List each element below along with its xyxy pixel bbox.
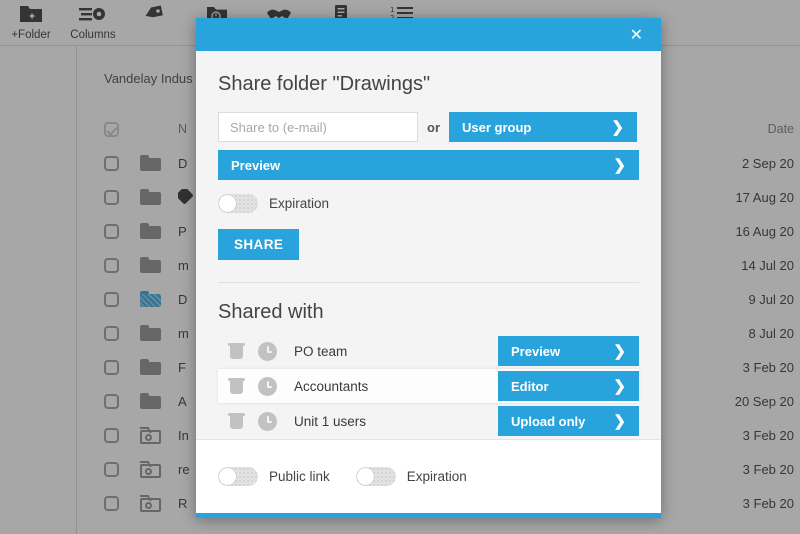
trash-icon[interactable] — [228, 377, 245, 395]
close-icon[interactable]: ✕ — [630, 26, 643, 43]
public-link-label: Public link — [269, 469, 330, 484]
share-folder-dialog: ✕ Share folder "Drawings" or User group … — [196, 18, 661, 518]
footer-expiration-label: Expiration — [406, 469, 467, 484]
clock-icon[interactable] — [258, 376, 277, 396]
clock-icon[interactable] — [258, 341, 277, 361]
permission-button[interactable]: Editor ❯ — [498, 371, 639, 401]
shared-with-name: Accountants — [294, 378, 369, 394]
permission-label: Preview — [231, 157, 281, 173]
permission-label: Preview — [511, 343, 561, 359]
share-input-row: or User group ❯ — [218, 112, 639, 142]
shared-with-name: PO team — [294, 343, 348, 359]
dialog-header: ✕ — [196, 18, 661, 51]
share-email-input[interactable] — [218, 112, 418, 142]
toggle-knob — [219, 468, 236, 485]
public-link-toggle-row: Public link — [218, 467, 330, 486]
chevron-right-icon: ❯ — [613, 378, 626, 395]
shared-with-item[interactable]: Unit 1 users Upload only ❯ — [218, 404, 639, 438]
share-button[interactable]: SHARE — [218, 229, 300, 260]
shared-with-name: Unit 1 users — [294, 413, 367, 429]
or-label: or — [427, 119, 440, 135]
shared-with-title: Shared with — [218, 301, 324, 323]
trash-icon[interactable] — [228, 412, 245, 430]
chevron-right-icon: ❯ — [613, 157, 626, 174]
shared-with-list: PO team Preview ❯ Accountants Editor ❯ U… — [218, 334, 639, 438]
toggle-knob — [356, 468, 374, 485]
permission-label: Upload only — [511, 413, 586, 429]
user-group-label: User group — [462, 119, 532, 135]
clock-icon[interactable] — [258, 411, 277, 431]
expiration-label: Expiration — [269, 196, 330, 211]
dialog-footer: Public link Expiration — [196, 439, 661, 513]
public-link-toggle[interactable] — [218, 467, 258, 486]
permission-button[interactable]: Preview ❯ — [498, 336, 639, 366]
shared-with-item[interactable]: Accountants Editor ❯ — [218, 369, 639, 403]
toggle-knob — [219, 195, 236, 212]
dialog-body: Share folder "Drawings" or User group ❯ … — [196, 51, 661, 439]
footer-expiration-toggle-row: Expiration — [355, 467, 467, 486]
chevron-right-icon: ❯ — [613, 343, 626, 360]
shared-with-item[interactable]: PO team Preview ❯ — [218, 334, 639, 368]
user-group-button[interactable]: User group ❯ — [449, 112, 637, 142]
footer-expiration-toggle[interactable] — [355, 467, 396, 486]
trash-icon[interactable] — [228, 342, 245, 360]
permission-button[interactable]: Upload only ❯ — [498, 406, 639, 436]
permission-label: Editor — [511, 378, 549, 394]
dialog-title: Share folder "Drawings" — [218, 73, 431, 95]
chevron-right-icon: ❯ — [611, 119, 624, 136]
expiration-toggle[interactable] — [218, 194, 258, 213]
expiration-toggle-row: Expiration — [218, 194, 639, 213]
permission-select-preview[interactable]: Preview ❯ — [218, 150, 639, 180]
chevron-right-icon: ❯ — [613, 413, 626, 430]
screen: +Folder Columns 1 Vandelay Indus N Date … — [0, 0, 800, 534]
